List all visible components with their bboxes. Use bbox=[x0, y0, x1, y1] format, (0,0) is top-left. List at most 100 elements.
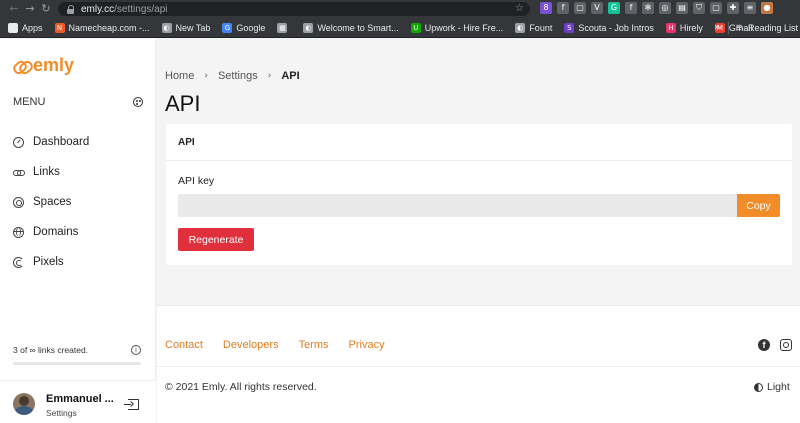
bookmark-google-icon: G bbox=[222, 22, 233, 33]
extension-4-icon[interactable]: V bbox=[591, 2, 603, 14]
url-text: emly.cc/settings/api bbox=[81, 3, 168, 15]
bookmark-google-label: Google bbox=[236, 22, 266, 33]
extensions-bar: 8 f ▢ V Gf ✻ ◎ ▤ ⛉ ▢ ✚ ≡ ● bbox=[540, 2, 773, 14]
extension-3-icon[interactable]: ▢ bbox=[574, 2, 586, 14]
grammarly-icon[interactable]: G bbox=[608, 2, 620, 14]
sidebar-item-label: Spaces bbox=[33, 196, 72, 208]
extension-11-icon[interactable]: ▢ bbox=[710, 2, 722, 14]
shield-ext-icon[interactable]: ⛉ bbox=[693, 2, 705, 14]
browser-toolbar: ← → ↻ emly.cc/settings/api ☆ 8 f ▢ V Gf ✻ ◎ ▤ ⛉ ▢… bbox=[0, 0, 800, 18]
reading-list-icon: ☰ bbox=[735, 24, 743, 32]
dashboard-icon bbox=[13, 136, 24, 148]
breadcrumb-current: API bbox=[281, 70, 300, 82]
bookmark-welcome[interactable]: ◐ Welcome to Smart... bbox=[303, 22, 399, 33]
user-settings-link[interactable]: Settings bbox=[46, 408, 77, 418]
puzzle-icon[interactable]: ✚ bbox=[727, 2, 739, 14]
extension-13-icon[interactable]: ≡ bbox=[744, 2, 756, 14]
bookmark-welcome-label: Welcome to Smart... bbox=[317, 22, 399, 33]
more-bookmarks-icon[interactable]: » bbox=[714, 18, 720, 38]
pixel-icon bbox=[13, 256, 24, 268]
bookmark-apps-icon: ⋮ bbox=[8, 22, 18, 33]
bookmark-welcome-icon: ◐ bbox=[303, 22, 314, 33]
bookmark-namecheap-icon: N bbox=[54, 22, 65, 33]
reload-icon[interactable]: ↻ bbox=[38, 0, 54, 18]
bookmark-fount[interactable]: ◐ Fount bbox=[515, 22, 553, 33]
avatar[interactable] bbox=[13, 393, 35, 415]
footer: Contact Developers Terms Privacy f © 202… bbox=[157, 305, 800, 423]
globe-icon bbox=[13, 226, 24, 238]
footer-link-privacy[interactable]: Privacy bbox=[349, 339, 385, 351]
user-name: Emmanuel ... bbox=[46, 393, 114, 405]
footer-links: Contact Developers Terms Privacy bbox=[165, 339, 385, 351]
sidebar: emly MENU Dashboard Links Spaces Domains Pix… bbox=[0, 39, 156, 423]
bookmark-google[interactable]: G Google bbox=[222, 22, 266, 33]
sidebar-item-domains[interactable]: Domains bbox=[13, 217, 89, 247]
bookmark-upwork-icon: U bbox=[410, 22, 421, 33]
sidebar-item-spaces[interactable]: Spaces bbox=[13, 187, 89, 217]
link-icon bbox=[13, 167, 25, 178]
profile-icon[interactable]: ● bbox=[761, 2, 773, 14]
links-created-text: 3 of ∞ links created. bbox=[13, 345, 89, 355]
user-profile[interactable]: Emmanuel ... Settings bbox=[0, 380, 156, 423]
bookmark-scouta[interactable]: S Scouta - Job Intros bbox=[564, 22, 654, 33]
lock-icon[interactable] bbox=[66, 4, 75, 14]
breadcrumb: Home › Settings › API bbox=[165, 70, 300, 82]
sidebar-item-label: Links bbox=[33, 166, 60, 178]
sidebar-item-pixels[interactable]: Pixels bbox=[13, 247, 89, 277]
bookmark-apps-label: Apps bbox=[22, 22, 43, 33]
links-progress-bar bbox=[13, 362, 141, 365]
bookmark-upwork[interactable]: U Upwork - Hire Fre... bbox=[410, 22, 504, 33]
bookmark-scouta-icon: S bbox=[564, 22, 575, 33]
info-icon[interactable]: i bbox=[131, 345, 141, 355]
extension-8-icon[interactable]: ◎ bbox=[659, 2, 671, 14]
copy-button[interactable]: Copy bbox=[737, 194, 780, 217]
api-key-label: API key bbox=[178, 175, 215, 187]
bookmark-grid[interactable]: ▦ bbox=[277, 22, 291, 33]
extension-6-icon[interactable]: f bbox=[625, 2, 637, 14]
extension-9-icon[interactable]: ▤ bbox=[676, 2, 688, 14]
bookmarks-bar: ⋮ Apps N Namecheap.com -... ◐ New Tab G Google ▦… bbox=[0, 18, 800, 38]
forward-icon[interactable]: → bbox=[22, 0, 38, 18]
address-bar[interactable]: emly.cc/settings/api ☆ bbox=[58, 2, 530, 16]
instagram-icon[interactable] bbox=[780, 339, 792, 351]
emly-logo-text: emly bbox=[33, 55, 75, 75]
extension-2-icon[interactable]: f bbox=[557, 2, 569, 14]
bookmarks-divider bbox=[728, 22, 729, 34]
bookmark-star-icon[interactable]: ☆ bbox=[515, 2, 524, 16]
bookmark-grid-icon: ▦ bbox=[277, 22, 288, 33]
bookmark-namecheap-label: Namecheap.com -... bbox=[68, 22, 150, 33]
sidebar-item-links[interactable]: Links bbox=[13, 157, 89, 187]
sidebar-item-dashboard[interactable]: Dashboard bbox=[13, 127, 89, 157]
emly-logo[interactable]: emly bbox=[13, 55, 74, 76]
bookmark-new-tab[interactable]: ◐ New Tab bbox=[161, 22, 211, 33]
footer-link-terms[interactable]: Terms bbox=[299, 339, 329, 351]
reading-list-button[interactable]: ☰ Reading List bbox=[734, 18, 798, 38]
facebook-icon[interactable]: f bbox=[758, 339, 770, 351]
api-card-header: API bbox=[166, 124, 792, 161]
theme-toggle[interactable]: Light bbox=[754, 381, 790, 393]
theme-label: Light bbox=[767, 381, 790, 393]
back-icon[interactable]: ← bbox=[6, 0, 22, 18]
bookmark-fount-label: Fount bbox=[529, 22, 553, 33]
bookmark-hirely[interactable]: H Hirely bbox=[665, 22, 703, 33]
extension-1-icon[interactable]: 8 bbox=[540, 2, 552, 14]
bookmark-upwork-label: Upwork - Hire Fre... bbox=[424, 22, 504, 33]
bookmark-new-tab-label: New Tab bbox=[175, 22, 211, 33]
spaces-icon bbox=[13, 196, 24, 208]
copyright-text: © 2021 Emly. All rights reserved. bbox=[165, 381, 317, 393]
sidebar-item-label: Domains bbox=[33, 226, 79, 238]
breadcrumb-settings[interactable]: Settings bbox=[218, 70, 258, 82]
footer-link-contact[interactable]: Contact bbox=[165, 339, 203, 351]
logout-icon[interactable] bbox=[124, 399, 139, 410]
theme-contrast-icon bbox=[754, 382, 763, 392]
footer-link-developers[interactable]: Developers bbox=[223, 339, 279, 351]
breadcrumb-separator-icon: › bbox=[204, 71, 208, 81]
regenerate-button[interactable]: Regenerate bbox=[178, 228, 254, 251]
bookmark-scouta-label: Scouta - Job Intros bbox=[578, 22, 654, 33]
palette-icon[interactable] bbox=[133, 97, 143, 107]
bookmark-namecheap[interactable]: N Namecheap.com -... bbox=[54, 22, 150, 33]
breadcrumb-home[interactable]: Home bbox=[165, 70, 194, 82]
extension-7-icon[interactable]: ✻ bbox=[642, 2, 654, 14]
bookmark-apps[interactable]: ⋮ Apps bbox=[8, 22, 43, 33]
api-key-field[interactable] bbox=[178, 194, 737, 217]
